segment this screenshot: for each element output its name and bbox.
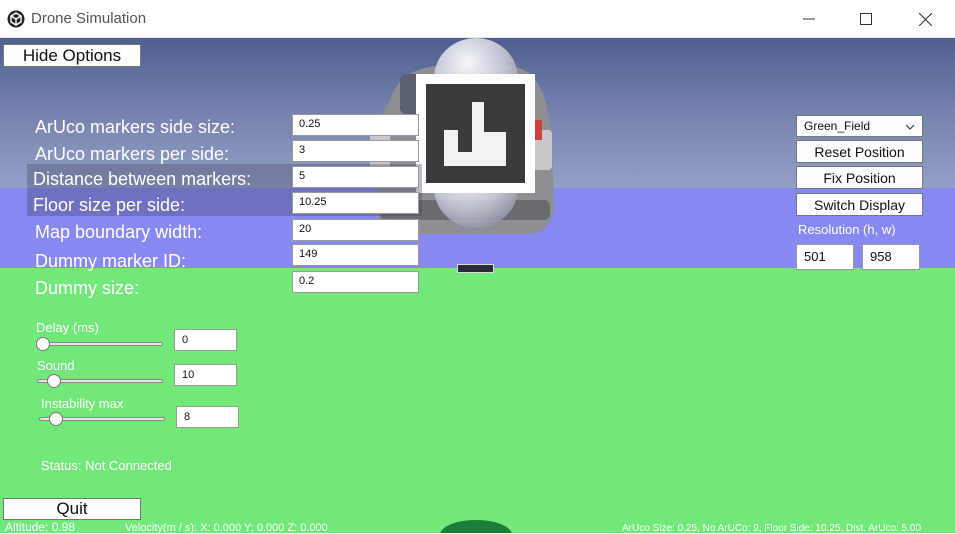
- scene-dropdown[interactable]: Green_Field: [796, 115, 923, 137]
- minimize-button[interactable]: [789, 6, 829, 32]
- slider-label-delay: Delay (ms): [36, 320, 99, 335]
- resolution-width-input[interactable]: 958: [862, 244, 920, 270]
- dummy-marker-id-input[interactable]: 149: [292, 244, 419, 266]
- close-button[interactable]: [905, 6, 945, 32]
- aruco-marker: [416, 74, 535, 193]
- altitude-readout: Altitude: 0.98: [5, 520, 76, 534]
- maximize-icon: [860, 13, 872, 25]
- close-icon: [918, 12, 932, 26]
- floor-size-input[interactable]: 10.25: [292, 192, 419, 214]
- marker-side-size-input[interactable]: 0.25: [292, 114, 419, 136]
- option-label-dummy-size: Dummy size:: [35, 278, 140, 298]
- window-titlebar: Drone Simulation: [0, 0, 955, 38]
- delay-slider-thumb[interactable]: [36, 337, 50, 351]
- dummy-size-input[interactable]: 0.2: [292, 271, 419, 293]
- markers-per-side-input[interactable]: 3: [292, 140, 419, 162]
- option-label-map-boundary-width: Map boundary width:: [35, 222, 203, 242]
- dummy-marker: [457, 264, 494, 273]
- window-title: Drone Simulation: [31, 10, 147, 27]
- slider-label-instability-max: Instability max: [41, 396, 124, 411]
- instability-input[interactable]: 8: [176, 406, 239, 428]
- reset-position-button[interactable]: Reset Position: [796, 140, 923, 163]
- resolution-label: Resolution (h, w): [798, 222, 896, 237]
- switch-display-button[interactable]: Switch Display: [796, 193, 923, 216]
- unity-logo-icon: [7, 10, 25, 28]
- minimize-icon: [803, 18, 815, 20]
- aruco-marker-pattern-icon: [426, 84, 525, 183]
- option-label-markers-per-side: ArUco markers per side:: [35, 144, 230, 164]
- connection-status: Status: Not Connected: [41, 458, 172, 473]
- ground-plane: [0, 268, 955, 533]
- delay-slider-track[interactable]: [37, 342, 163, 346]
- scene-dropdown-value: Green_Field: [804, 119, 871, 133]
- sound-input[interactable]: 10: [174, 364, 237, 386]
- resolution-height-input[interactable]: 501: [796, 244, 854, 270]
- velocity-readout: Velocity(m / s): X: 0.000 Y: 0.000 Z: 0.…: [125, 522, 328, 534]
- delay-input[interactable]: 0: [174, 329, 237, 351]
- map-boundary-width-input[interactable]: 20: [292, 219, 419, 241]
- option-label-floor-size: Floor size per side:: [33, 195, 186, 215]
- fix-position-button[interactable]: Fix Position: [796, 166, 923, 189]
- option-label-dummy-marker-id: Dummy marker ID:: [35, 251, 187, 271]
- option-label-distance-between-markers: Distance between markers:: [33, 169, 252, 189]
- slider-label-sound: Sound: [37, 358, 75, 373]
- hide-options-button[interactable]: Hide Options: [3, 44, 141, 67]
- distance-between-markers-input[interactable]: 5: [292, 166, 419, 188]
- chevron-down-icon: [905, 124, 915, 130]
- quit-button[interactable]: Quit: [3, 498, 141, 520]
- option-label-marker-side-size: ArUco markers side size:: [35, 117, 236, 137]
- scene-info-readout: ArUco Size: 0.25, No ArUCo: 9, Floor Sid…: [622, 523, 922, 534]
- maximize-button[interactable]: [846, 6, 886, 32]
